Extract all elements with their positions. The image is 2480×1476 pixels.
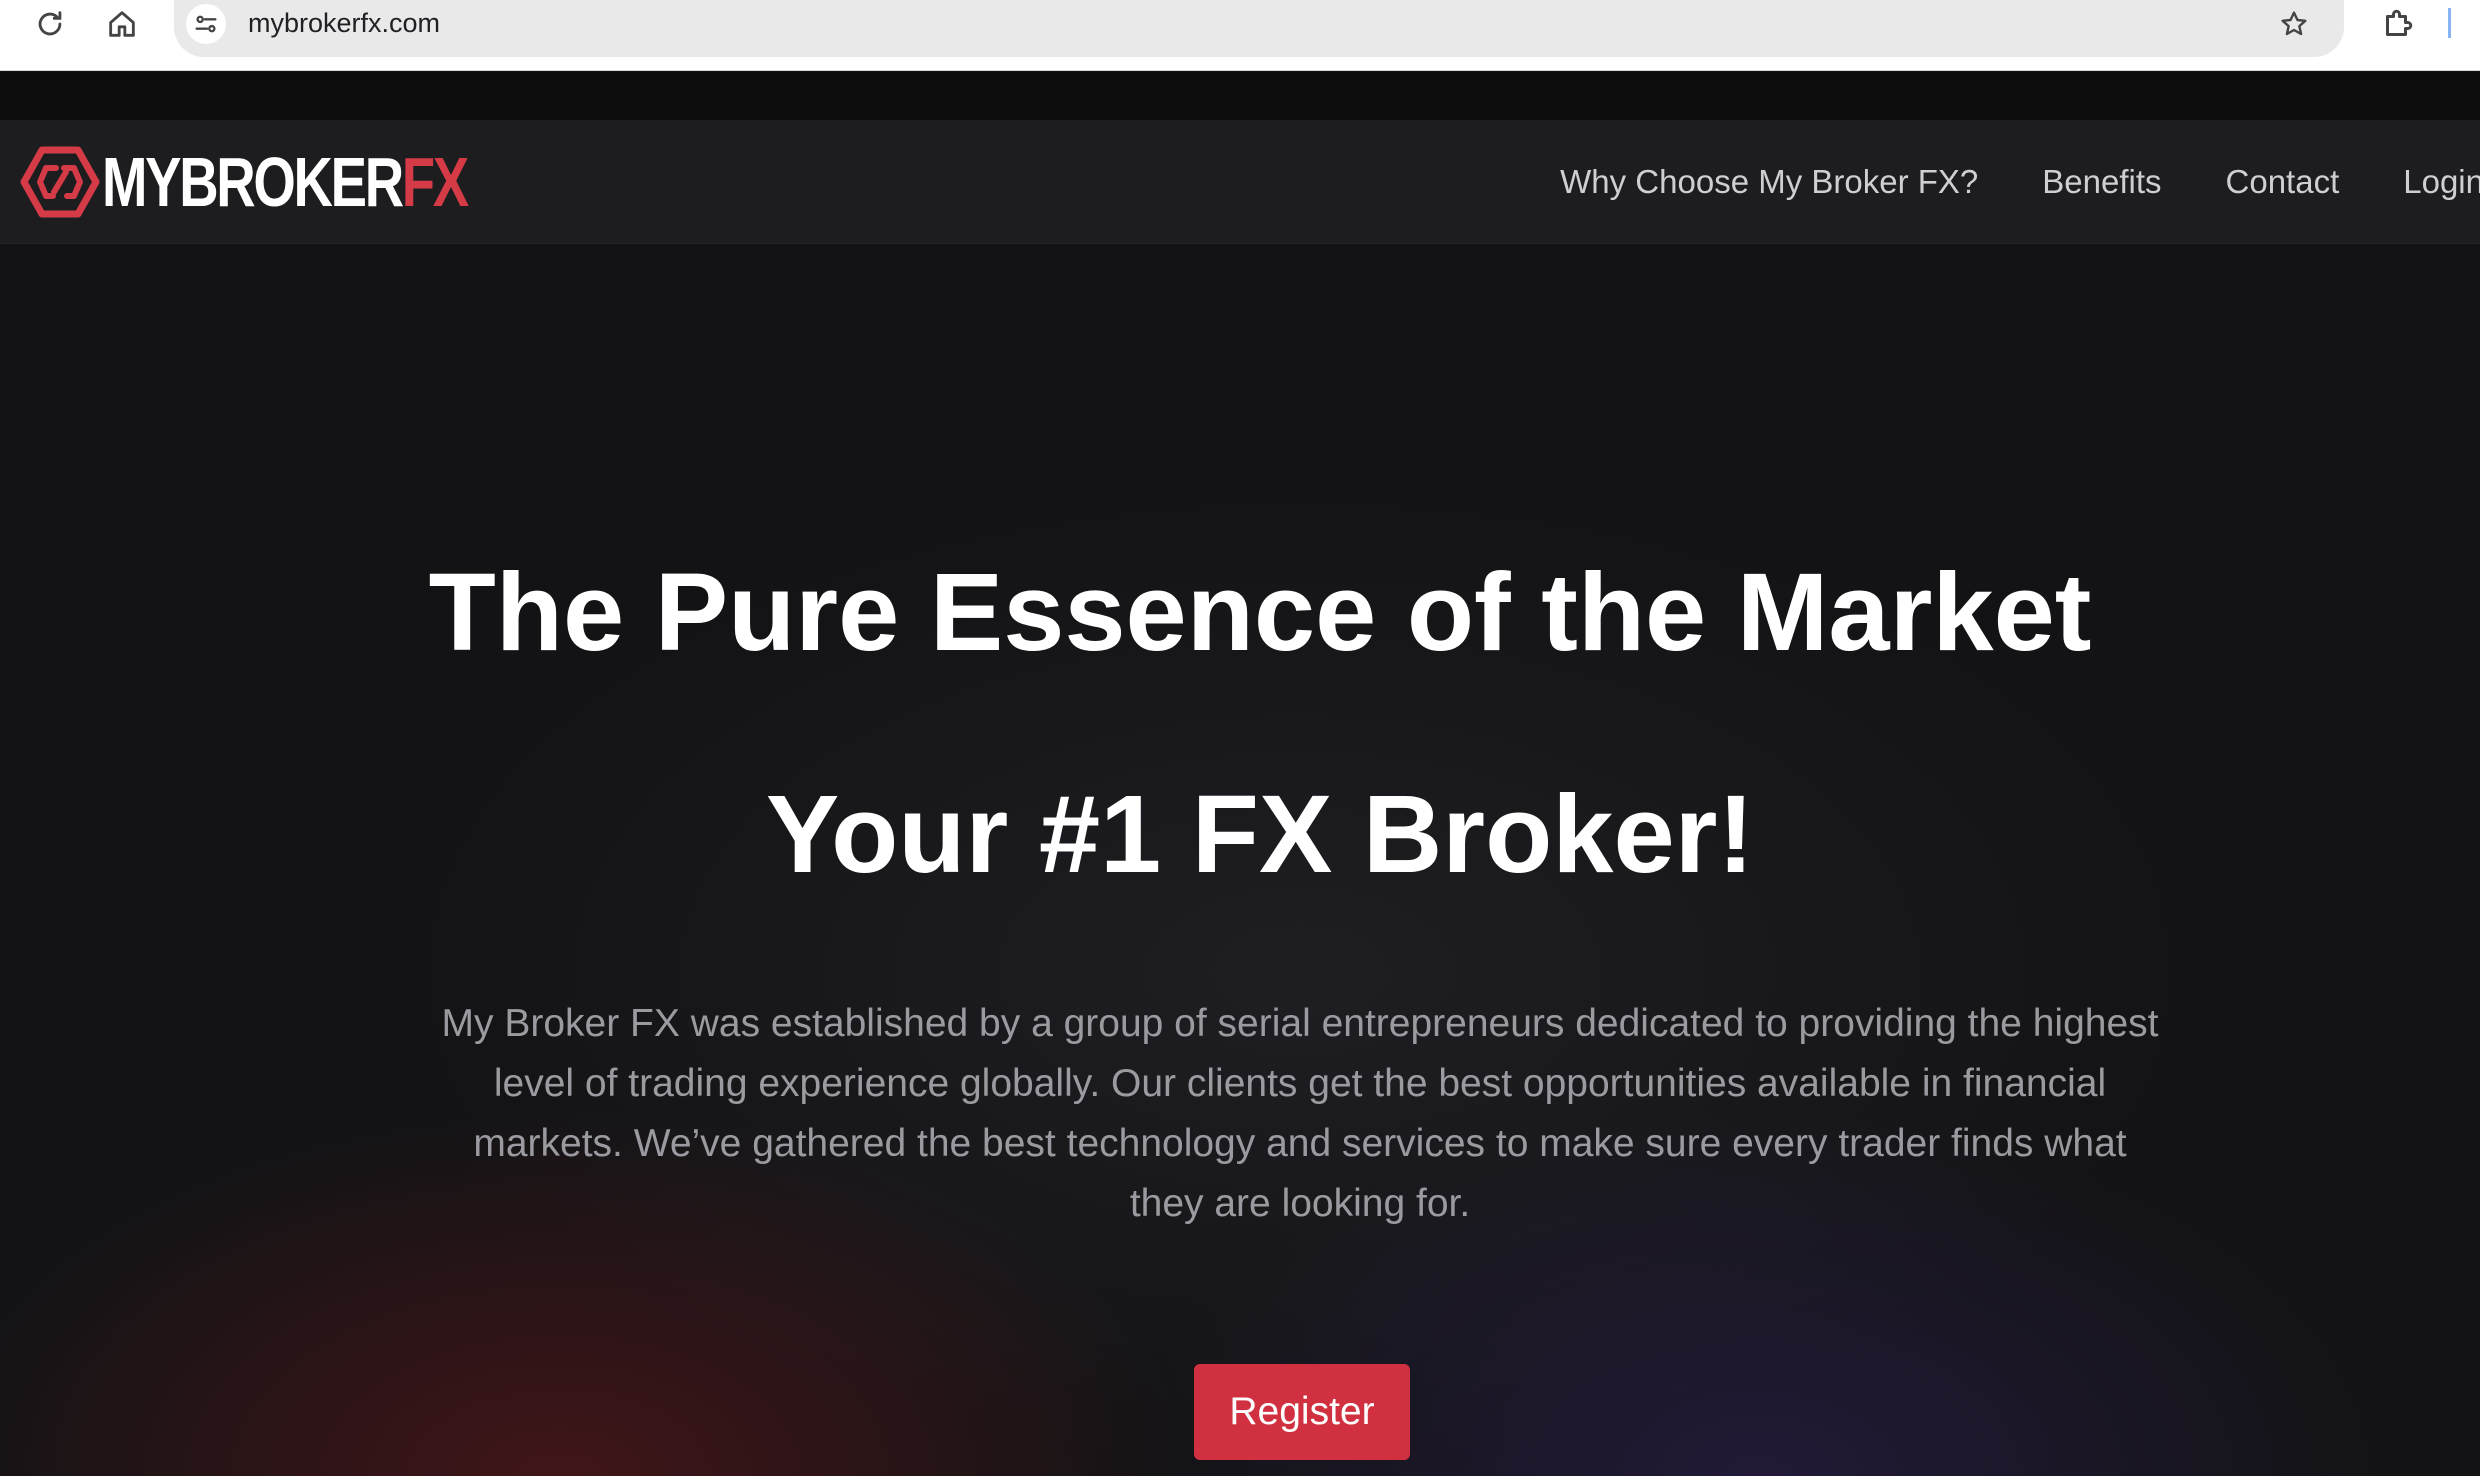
nav-login[interactable]: Login [2403, 163, 2480, 201]
puzzle-icon [2386, 9, 2413, 36]
site-info-button[interactable] [186, 4, 226, 44]
hero-title-line-2: Your #1 FX Broker! [765, 773, 1755, 896]
nav-contact[interactable]: Contact [2226, 163, 2340, 201]
home-icon [109, 11, 135, 37]
address-bar[interactable]: mybrokerfx.com [174, 0, 2344, 57]
site-navbar: MYBROKERFX Why Choose My Broker FX? Bene… [0, 120, 2480, 244]
register-button[interactable]: Register [1194, 1364, 1410, 1460]
reload-icon [38, 11, 62, 36]
nav-why-choose[interactable]: Why Choose My Broker FX? [1560, 163, 1978, 201]
bookmark-button[interactable] [2274, 4, 2314, 44]
home-button[interactable] [98, 0, 146, 48]
site-settings-icon [195, 15, 217, 33]
reload-button[interactable] [26, 0, 74, 48]
logo-text-main: MYBROKER [102, 143, 404, 221]
browser-toolbar: mybrokerfx.com [0, 0, 2480, 71]
hero-description: My Broker FX was established by a group … [441, 1002, 2159, 1225]
site-logo[interactable]: MYBROKERFX [20, 144, 570, 220]
star-icon [2281, 11, 2307, 36]
extensions-button[interactable] [2374, 0, 2422, 48]
main-nav: Why Choose My Broker FX? Benefits Contac… [1496, 120, 2480, 244]
side-panel-indicator [2448, 8, 2451, 38]
logo-hexagon-icon [20, 146, 100, 218]
top-strip [0, 72, 2480, 120]
nav-benefits[interactable]: Benefits [2042, 163, 2161, 201]
logo-wordmark: MYBROKERFX [102, 147, 469, 217]
url-text[interactable]: mybrokerfx.com [248, 8, 440, 39]
web-page: MYBROKERFX Why Choose My Broker FX? Bene… [0, 72, 2480, 1476]
logo-text-accent: FX [401, 143, 469, 221]
hero-title-line-1: The Pure Essence of the Market [428, 551, 2092, 674]
